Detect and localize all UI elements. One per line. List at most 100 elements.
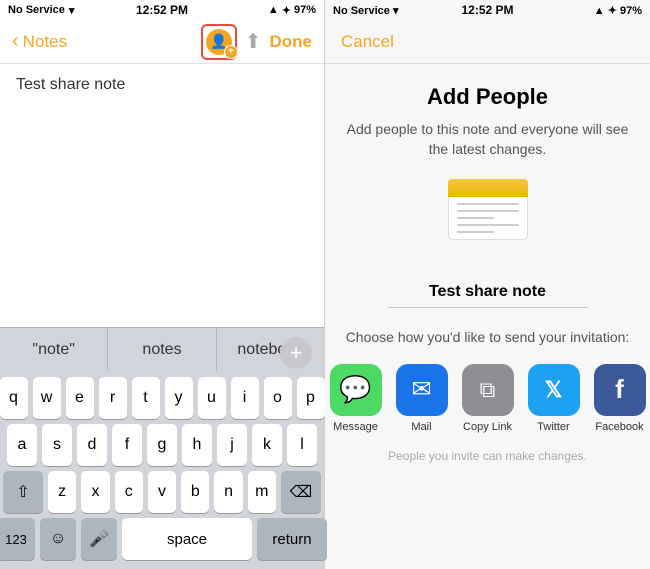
right-right-status: ▲ ✦ 97% [594, 4, 642, 17]
nav-icon-right: ▲ [594, 5, 605, 17]
key-s[interactable]: s [42, 424, 72, 466]
key-h[interactable]: h [182, 424, 212, 466]
copy-label: Copy Link [463, 421, 512, 433]
notes-app-icon [443, 179, 533, 269]
share-button[interactable]: ⬆ [245, 29, 262, 54]
mail-label: Mail [411, 421, 431, 433]
add-person-button[interactable]: 👤 + [201, 24, 237, 60]
back-chevron-icon: ‹ [12, 30, 19, 53]
share-twitter-item[interactable]: 𝕏 Twitter [528, 364, 580, 433]
add-people-desc: Add people to this note and everyone wil… [341, 120, 634, 159]
key-o[interactable]: o [264, 377, 292, 419]
key-g[interactable]: g [147, 424, 177, 466]
kb-row-3: ⇧ z x c v b n m ⌫ [3, 471, 321, 513]
note-line-1 [457, 203, 519, 205]
twitter-label: Twitter [537, 421, 569, 433]
facebook-label: Facebook [595, 421, 643, 433]
key-u[interactable]: u [198, 377, 226, 419]
key-w[interactable]: w [33, 377, 61, 419]
right-time: 12:52 PM [461, 3, 513, 17]
twitter-icon-box: 𝕏 [528, 364, 580, 416]
add-fab-button[interactable]: + [280, 337, 312, 369]
bluetooth-icon-left: ✦ [282, 4, 291, 17]
share-facebook-item[interactable]: f Facebook [594, 364, 646, 433]
key-y[interactable]: y [165, 377, 193, 419]
key-c[interactable]: c [115, 471, 143, 513]
note-name: Test share note [429, 283, 546, 301]
emoji-key[interactable]: ☺ [40, 518, 76, 560]
num-key[interactable]: 123 [0, 518, 35, 560]
key-d[interactable]: d [77, 424, 107, 466]
kb-row-1: q w e r t y u i o p [3, 377, 321, 419]
note-line-5 [457, 231, 494, 233]
keyboard: q w e r t y u i o p a s d f g h j k l ⇧ … [0, 371, 324, 569]
share-message-item[interactable]: 💬 Message [330, 364, 382, 433]
message-icon: 💬 [339, 374, 371, 405]
autocomplete-note-quoted[interactable]: "note" [0, 328, 108, 371]
key-x[interactable]: x [81, 471, 109, 513]
space-key[interactable]: space [122, 518, 252, 560]
left-status-bar: No Service ▾ 12:52 PM ▲ ✦ 97% [0, 0, 324, 20]
key-p[interactable]: p [297, 377, 325, 419]
copy-icon: ⧉ [480, 377, 496, 403]
key-n[interactable]: n [214, 471, 242, 513]
key-k[interactable]: k [252, 424, 282, 466]
back-button[interactable]: ‹ Notes [12, 30, 67, 53]
key-i[interactable]: i [231, 377, 259, 419]
key-t[interactable]: t [132, 377, 160, 419]
mail-icon-box: ✉ [396, 364, 448, 416]
plus-badge: + [224, 45, 238, 59]
right-status-bar: No Service ▾ 12:52 PM ▲ ✦ 97% [325, 0, 650, 20]
autocomplete-notes[interactable]: notes [108, 328, 216, 371]
key-a[interactable]: a [7, 424, 37, 466]
left-nav-bar: ‹ Notes 👤 + ⬆ Done [0, 20, 324, 64]
key-l[interactable]: l [287, 424, 317, 466]
copy-icon-box: ⧉ [462, 364, 514, 416]
wifi-icon-right: ▾ [393, 5, 399, 17]
left-status-service: No Service ▾ [8, 4, 74, 17]
note-name-underline [388, 307, 588, 308]
autocomplete-notes-label: notes [142, 341, 181, 359]
key-v[interactable]: v [148, 471, 176, 513]
notes-icon-top [448, 179, 528, 197]
key-q[interactable]: q [0, 377, 28, 419]
shift-key[interactable]: ⇧ [3, 471, 43, 513]
right-content: Add People Add people to this note and e… [325, 64, 650, 569]
key-e[interactable]: e [66, 377, 94, 419]
note-text: Test share note [16, 76, 125, 93]
twitter-icon: 𝕏 [545, 377, 563, 403]
message-icon-box: 💬 [330, 364, 382, 416]
right-panel: No Service ▾ 12:52 PM ▲ ✦ 97% Cancel Add… [325, 0, 650, 569]
key-b[interactable]: b [181, 471, 209, 513]
bluetooth-icon-right: ✦ [608, 5, 617, 17]
mic-key[interactable]: 🎤 [81, 518, 117, 560]
left-panel: No Service ▾ 12:52 PM ▲ ✦ 97% ‹ Notes 👤 … [0, 0, 325, 569]
key-m[interactable]: m [248, 471, 276, 513]
share-mail-item[interactable]: ✉ Mail [396, 364, 448, 433]
done-button[interactable]: Done [270, 32, 313, 52]
note-content[interactable]: Test share note [0, 64, 324, 327]
wifi-icon-left: ▾ [69, 4, 75, 17]
kb-row-2: a s d f g h j k l [3, 424, 321, 466]
right-nav-bar: Cancel [325, 20, 650, 64]
nav-icon-left: ▲ [268, 4, 279, 16]
return-key[interactable]: return [257, 518, 327, 560]
right-status-service: No Service ▾ [333, 4, 398, 17]
delete-key[interactable]: ⌫ [281, 471, 321, 513]
cancel-button[interactable]: Cancel [341, 32, 394, 52]
share-icons-row: 💬 Message ✉ Mail ⧉ Copy Link 𝕏 [330, 364, 646, 433]
service-label-right: No Service [333, 5, 390, 17]
key-f[interactable]: f [112, 424, 142, 466]
share-copy-item[interactable]: ⧉ Copy Link [462, 364, 514, 433]
left-time: 12:52 PM [136, 3, 188, 17]
add-fab-icon: + [290, 340, 303, 366]
key-z[interactable]: z [48, 471, 76, 513]
key-r[interactable]: r [99, 377, 127, 419]
key-j[interactable]: j [217, 424, 247, 466]
invite-note: People you invite can make changes. [368, 449, 607, 463]
battery-label-left: 97% [294, 4, 316, 16]
mail-icon: ✉ [411, 375, 431, 404]
facebook-icon-box: f [594, 364, 646, 416]
left-right-status: ▲ ✦ 97% [268, 4, 316, 17]
service-label-left: No Service [8, 4, 65, 16]
